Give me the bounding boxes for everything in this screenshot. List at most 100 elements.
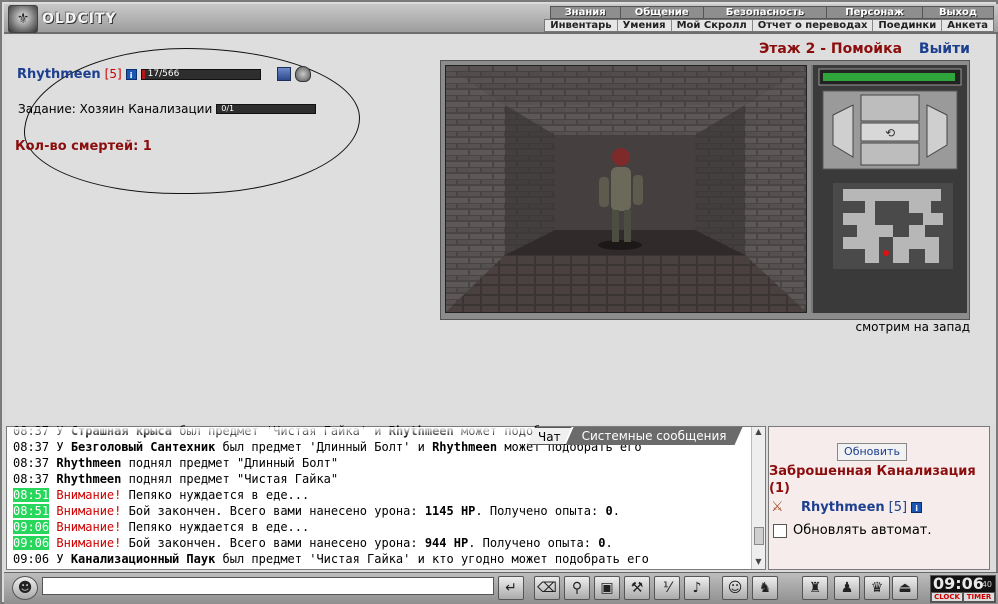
player-list-name[interactable]: Rhythmeen: [801, 500, 885, 515]
main-menu: Знания Общение Безопасность Персонаж Вых…: [549, 6, 994, 19]
chat-text: . Получено опыта:: [468, 536, 599, 550]
chat-timestamp: 09:06: [13, 520, 50, 534]
chat-text: был предмет 'Чистая Гайка' и кто угодно …: [215, 552, 649, 566]
send-icon[interactable]: ↵: [498, 576, 524, 600]
menu-communication[interactable]: Общение: [621, 7, 704, 18]
timer-label[interactable]: TIMER: [963, 592, 995, 602]
hp-bar: 17/566: [140, 68, 261, 80]
info-icon[interactable]: i: [911, 501, 923, 513]
attack-icon[interactable]: ⚔: [771, 499, 797, 515]
menu-profile[interactable]: Анкета: [942, 20, 993, 31]
menu-exit[interactable]: Выход: [923, 7, 993, 18]
menu-inventory[interactable]: Инвентарь: [545, 20, 618, 31]
hp-bar-fill: [141, 69, 146, 79]
chat-line: 08:51 Внимание! Пепяко нуждается в еде..…: [13, 487, 749, 503]
tab-system-messages[interactable]: Системные сообщения: [566, 427, 743, 445]
chat-text: У: [56, 552, 71, 566]
bag-icon[interactable]: ♜: [802, 576, 828, 600]
chat-scrollbar[interactable]: ▲ ▼: [751, 427, 765, 569]
chat-timestamp: 08:51: [13, 488, 50, 502]
chat-text: был предмет 'Длинный Болт' и: [215, 440, 433, 454]
filter-icon[interactable]: ⚲: [564, 576, 590, 600]
character-icon[interactable]: ♟: [834, 576, 860, 600]
chat-input[interactable]: [42, 577, 494, 595]
chat-highlight[interactable]: 0: [605, 504, 612, 518]
quest-progress-bar: 0/1: [216, 104, 317, 114]
scroll-down-icon[interactable]: ▼: [752, 557, 765, 569]
auto-refresh-row: Обновлять автомат.: [773, 523, 932, 538]
chat-highlight[interactable]: Rhythmeen: [56, 472, 121, 486]
bottom-toolbar: ☻ ↵ ⌫ ⚲ ▣ ⚒ ⅟ ♪ ☺ ♞ ♜ ♟ ♛ ⏏ 09:06 40 CLO…: [4, 572, 998, 604]
clock-widget[interactable]: 09:06 40 CLOCK TIMER: [930, 574, 996, 603]
save-icon[interactable]: ▣: [594, 576, 620, 600]
smile-menu-icon[interactable]: ☻: [12, 576, 38, 600]
chat-line: 09:06 Внимание! Бой закончен. Всего вами…: [13, 535, 749, 551]
dungeon-view[interactable]: [445, 65, 807, 313]
chat-line: 08:37 Rhythmeen поднял предмет "Чистая Г…: [13, 471, 749, 487]
menu-my-scroll[interactable]: Мой Скролл: [672, 20, 753, 31]
hp-text: 17/566: [147, 68, 180, 79]
chat-line: 09:06 Внимание! Пепяко нуждается в еде..…: [13, 519, 749, 535]
quest-status: Задание: Хозяин Канализации 0/1: [18, 102, 317, 116]
death-count: Кол-во смертей: 1: [15, 139, 152, 154]
chat-timestamp: 09:06: [13, 552, 50, 566]
zone-title: Заброшенная Канализация (1): [769, 464, 976, 496]
chat-highlight[interactable]: Канализационный Паук: [71, 552, 216, 566]
info-icon[interactable]: i: [125, 68, 137, 80]
chat-line: 09:06 У Канализационный Паук был предмет…: [13, 551, 749, 567]
quest-progress-text: 0/1: [221, 104, 235, 113]
menu-skills[interactable]: Умения: [618, 20, 672, 31]
chat-highlight[interactable]: Rhythmeen: [56, 456, 121, 470]
refresh-button[interactable]: Обновить: [837, 443, 907, 461]
auto-refresh-checkbox[interactable]: [773, 523, 787, 538]
menu-transfer-report[interactable]: Отчет о переводах: [753, 20, 874, 31]
exit-icon[interactable]: ⏏: [892, 576, 918, 600]
player-list-item: ⚔ Rhythmeen [5] i: [771, 499, 923, 515]
chat-panel: 08:37 У Страшная крыса был предмет 'Чист…: [6, 424, 766, 570]
sub-menu: Инвентарь Умения Мой Скролл Отчет о пере…: [544, 19, 994, 32]
exit-link[interactable]: Выйти: [919, 41, 970, 57]
crest-icon: ⚜: [8, 5, 38, 33]
top-bar: ⚜ OLDCITY Знания Общение Безопасность Пе…: [4, 4, 998, 34]
chat-text: . Получено опыта:: [475, 504, 606, 518]
chat-line: 08:51 Внимание! Бой закончен. Всего вами…: [13, 503, 749, 519]
smiley-icon[interactable]: ☺: [722, 576, 748, 600]
chat-text: Пепяко нуждается в еде...: [121, 488, 310, 502]
location-header: Этаж 2 - Помойка Выйти: [759, 41, 970, 57]
action-icon[interactable]: ⚒: [624, 576, 650, 600]
chat-tabs: Чат Системные сообщения: [527, 427, 743, 445]
clock-time: 09:06: [933, 574, 984, 593]
chat-line: 08:37 Rhythmeen поднял предмет "Длинный …: [13, 455, 749, 471]
shield-icon[interactable]: [294, 66, 311, 82]
navigation-graphics: ⟲: [818, 68, 962, 269]
clan-icon[interactable]: [276, 67, 291, 81]
tab-chat[interactable]: Чат: [527, 427, 572, 445]
chat-highlight[interactable]: 944 HP: [425, 536, 468, 550]
menu-character[interactable]: Персонаж: [827, 7, 923, 18]
chat-highlight[interactable]: Rhythmeen: [432, 440, 497, 454]
eraser-icon[interactable]: ⌫: [534, 576, 560, 600]
menu-security[interactable]: Безопасность: [704, 7, 828, 18]
sound-icon[interactable]: ♪: [684, 576, 710, 600]
chat-text: Пепяко нуждается в еде...: [121, 520, 310, 534]
chat-text: .: [605, 536, 613, 550]
translit-icon[interactable]: ⅟: [654, 576, 680, 600]
scroll-thumb[interactable]: [754, 527, 764, 545]
group-icon[interactable]: ♛: [864, 576, 890, 600]
logo-text: OLDCITY: [42, 11, 117, 27]
scroll-up-icon[interactable]: ▲: [752, 427, 765, 439]
player-status: Rhythmeen [5] i 17/566: [17, 66, 311, 82]
dungeon-frame: ⟲: [440, 60, 970, 320]
chat-text: У: [56, 440, 71, 454]
player-name[interactable]: Rhythmeen: [17, 67, 101, 82]
clock-label[interactable]: CLOCK: [931, 592, 963, 602]
dungeon-scene: [445, 65, 807, 313]
chat-highlight[interactable]: 1145 HP: [425, 504, 476, 518]
chat-text: поднял предмет "Длинный Болт": [121, 456, 339, 470]
menu-duels[interactable]: Поединки: [873, 20, 943, 31]
helmet-icon[interactable]: ♞: [752, 576, 778, 600]
chat-timestamp: 09:06: [13, 536, 50, 550]
menu-knowledge[interactable]: Знания: [551, 7, 621, 18]
logo: ⚜ OLDCITY: [8, 4, 128, 34]
chat-highlight[interactable]: Безголовый Сантехник: [71, 440, 216, 454]
